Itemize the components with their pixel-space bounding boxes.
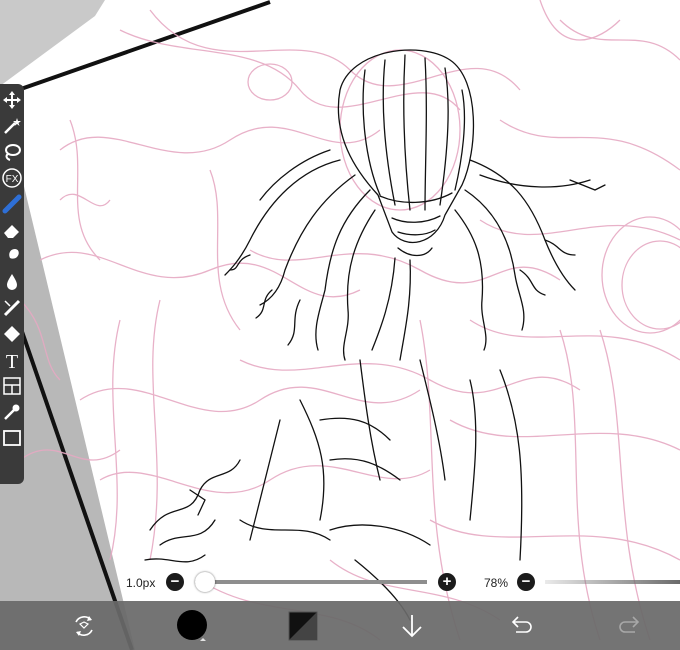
undo-button[interactable] xyxy=(491,601,551,650)
tool-filter[interactable]: FX xyxy=(0,166,24,190)
diamond-icon xyxy=(4,326,20,342)
tool-eraser[interactable] xyxy=(0,218,24,242)
tool-fill[interactable] xyxy=(0,270,24,294)
transform-menu-button[interactable] xyxy=(54,601,114,650)
brush-size-slider-knob[interactable] xyxy=(195,572,215,592)
brush-size-value: 1.0px xyxy=(126,576,156,590)
brush-size-slider[interactable] xyxy=(195,580,427,584)
color-circle-icon xyxy=(177,609,207,641)
opacity-value: 78% xyxy=(484,576,509,590)
tool-magic-wand[interactable] xyxy=(0,114,24,138)
smudge-icon xyxy=(6,249,19,263)
brush-size-plus-button[interactable]: + xyxy=(438,573,456,591)
layer-button[interactable] xyxy=(273,601,333,650)
tool-smudge[interactable] xyxy=(0,244,24,268)
arrow-down-icon xyxy=(402,614,422,637)
eyedropper-icon xyxy=(4,404,20,420)
magic-wand-icon xyxy=(4,118,21,134)
eraser-icon xyxy=(4,225,19,238)
text-tool-label: T xyxy=(6,351,18,370)
opacity-slider[interactable] xyxy=(545,580,680,584)
canvas-artwork xyxy=(0,0,680,650)
tool-brush[interactable] xyxy=(0,192,24,216)
tool-lasso[interactable] xyxy=(0,140,24,164)
tool-frame-divider[interactable] xyxy=(0,374,24,398)
droplet-icon xyxy=(7,274,17,290)
tool-text[interactable]: T xyxy=(0,348,24,372)
fx-icon: FX xyxy=(2,168,22,188)
tool-canvas[interactable] xyxy=(0,426,24,450)
tool-shape[interactable] xyxy=(0,322,24,346)
color-button[interactable] xyxy=(163,601,223,650)
redo-icon xyxy=(619,615,640,633)
tool-blur[interactable] xyxy=(0,296,24,320)
tool-eyedropper[interactable] xyxy=(0,400,24,424)
tool-palette: FX T xyxy=(0,84,24,484)
bottom-toolbar xyxy=(0,601,680,650)
frame-icon xyxy=(3,377,21,395)
transform-icon xyxy=(75,615,93,636)
brush-size-minus-button[interactable]: − xyxy=(166,573,184,591)
opacity-minus-button[interactable]: − xyxy=(517,573,535,591)
layer-thumbnail-icon xyxy=(288,611,318,640)
blur-icon xyxy=(3,299,21,317)
save-button[interactable] xyxy=(382,601,442,650)
undo-icon xyxy=(511,615,532,633)
fx-label: FX xyxy=(6,174,19,185)
redo-button[interactable] xyxy=(600,601,660,650)
canvas-icon xyxy=(3,430,21,446)
tool-transform[interactable] xyxy=(0,88,24,112)
move-arrows-icon xyxy=(3,91,21,109)
text-icon: T xyxy=(6,351,18,370)
brush-icon xyxy=(2,194,22,214)
lasso-icon xyxy=(5,144,21,161)
drawing-canvas[interactable] xyxy=(0,0,680,650)
